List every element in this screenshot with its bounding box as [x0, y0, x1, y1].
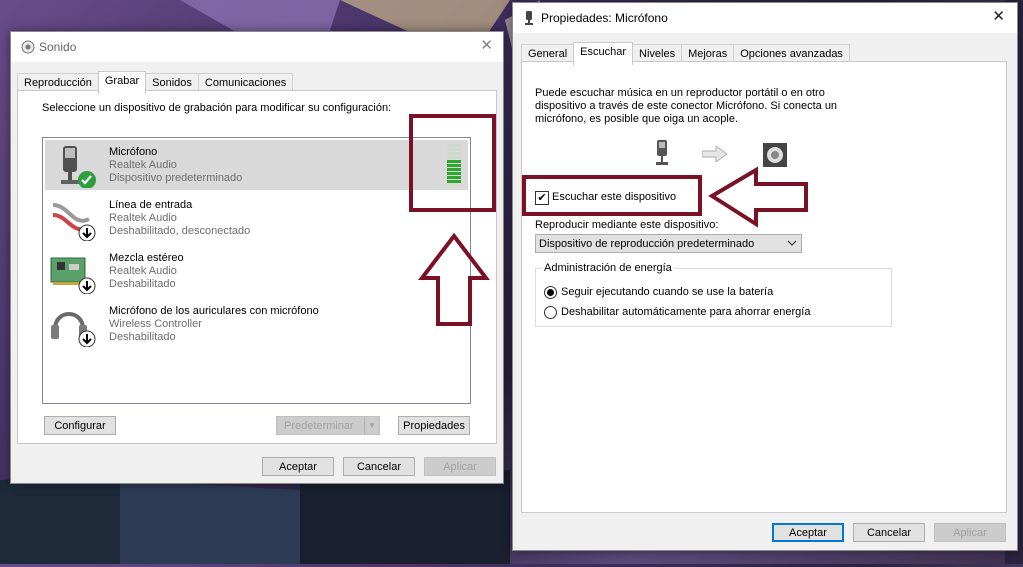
properties-ok-button[interactable]: Aceptar — [772, 523, 844, 542]
device-vendor: Realtek Audio — [109, 159, 177, 171]
properties-window: Propiedades: Micrófono ✕ General Escucha… — [512, 2, 1018, 551]
properties-cancel-button[interactable]: Cancelar — [853, 523, 925, 542]
device-name: Micrófono — [109, 146, 158, 158]
listen-description: Puede escuchar música en un reproductor … — [535, 87, 837, 126]
chevron-down-icon[interactable] — [787, 237, 797, 252]
properties-title: Propiedades: Micrófono — [541, 11, 668, 25]
power-option-label: Deshabilitar automáticamente para ahorra… — [561, 306, 811, 318]
headset-icon — [49, 303, 97, 348]
dropdown-arrow-icon[interactable]: ▼ — [364, 417, 379, 434]
microphone-icon — [49, 144, 97, 189]
device-status: Deshabilitado — [109, 278, 176, 290]
properties-panel: Puede escuchar música en un reproductor … — [521, 61, 1007, 513]
radio-button[interactable] — [544, 306, 557, 319]
annotation-level-box — [409, 114, 496, 212]
sound-ok-button[interactable]: Aceptar — [262, 457, 334, 476]
sound-titlebar[interactable]: Sonido ✕ — [11, 32, 503, 62]
properties-apply-button[interactable]: Aplicar — [934, 523, 1006, 542]
playback-label: Reproducir mediante este dispositivo: — [535, 219, 719, 231]
properties-close-icon[interactable]: ✕ — [992, 9, 1005, 25]
device-vendor: Realtek Audio — [109, 265, 177, 277]
microphone-small-icon — [523, 11, 535, 28]
tab-escuchar[interactable]: Escuchar — [573, 42, 633, 65]
annotation-left-arrow-icon — [708, 166, 808, 228]
playback-select-value: Dispositivo de reproducción predetermina… — [539, 238, 755, 250]
power-group-title: Administración de energía — [542, 262, 674, 274]
configure-button[interactable]: Configurar — [44, 416, 116, 435]
playback-select[interactable]: Dispositivo de reproducción predetermina… — [535, 234, 802, 253]
device-list[interactable]: Micrófono Realtek Audio Dispositivo pred… — [42, 137, 471, 404]
description-line: dispositivo a través de este conector Mi… — [535, 100, 838, 112]
sound-title: Sonido — [39, 40, 77, 54]
description-line: micrófono, es posible que oiga un acople… — [535, 113, 739, 125]
device-linea-entrada[interactable]: Línea de entrada Realtek Audio Deshabili… — [45, 193, 468, 243]
arrow-right-icon — [701, 145, 728, 165]
device-name: Micrófono de los auriculares con micrófo… — [109, 305, 319, 317]
properties-button[interactable]: Propiedades — [398, 416, 470, 435]
annotation-checkbox-box — [522, 175, 702, 216]
sound-cancel-button[interactable]: Cancelar — [343, 457, 415, 476]
device-vendor: Wireless Controller — [109, 318, 202, 330]
speaker-icon — [21, 40, 35, 57]
device-vendor: Realtek Audio — [109, 212, 177, 224]
device-status: Deshabilitado — [109, 331, 176, 343]
device-name: Mezcla estéreo — [109, 252, 184, 264]
properties-titlebar[interactable]: Propiedades: Micrófono ✕ — [513, 3, 1017, 33]
description-line: Puede escuchar música en un reproductor … — [535, 87, 825, 99]
set-default-label: Predeterminar — [284, 419, 354, 432]
tab-grabar[interactable]: Grabar — [97, 71, 147, 94]
power-option-label: Seguir ejecutando cuando se use la bater… — [561, 286, 774, 298]
device-microfono[interactable]: Micrófono Realtek Audio Dispositivo pred… — [45, 140, 468, 190]
sound-tabs: Reproducción Grabar Sonidos Comunicacion… — [17, 71, 294, 94]
device-auriculares-microfono[interactable]: Micrófono de los auriculares con micrófo… — [45, 299, 468, 349]
sound-close-icon[interactable]: ✕ — [480, 38, 493, 54]
power-group: Administración de energía Seguir ejecuta… — [535, 262, 892, 327]
device-mezcla-estereo[interactable]: Mezcla estéreo Realtek Audio Deshabilita… — [45, 246, 468, 296]
instruction-text: Seleccione un dispositivo de grabación p… — [42, 102, 392, 114]
device-name: Línea de entrada — [109, 199, 193, 211]
device-status: Deshabilitado, desconectado — [109, 225, 251, 237]
radio-button[interactable] — [544, 286, 557, 299]
sound-card-icon — [49, 250, 97, 295]
microphone-device-icon — [654, 140, 670, 171]
line-in-cable-icon — [49, 197, 97, 242]
sound-apply-button[interactable]: Aplicar — [424, 457, 496, 476]
annotation-up-arrow-icon — [418, 232, 490, 326]
properties-tabs: General Escuchar Niveles Mejoras Opcione… — [521, 42, 850, 65]
set-default-button[interactable]: Predeterminar ▼ — [276, 416, 380, 435]
device-status: Dispositivo predeterminado — [109, 172, 243, 184]
